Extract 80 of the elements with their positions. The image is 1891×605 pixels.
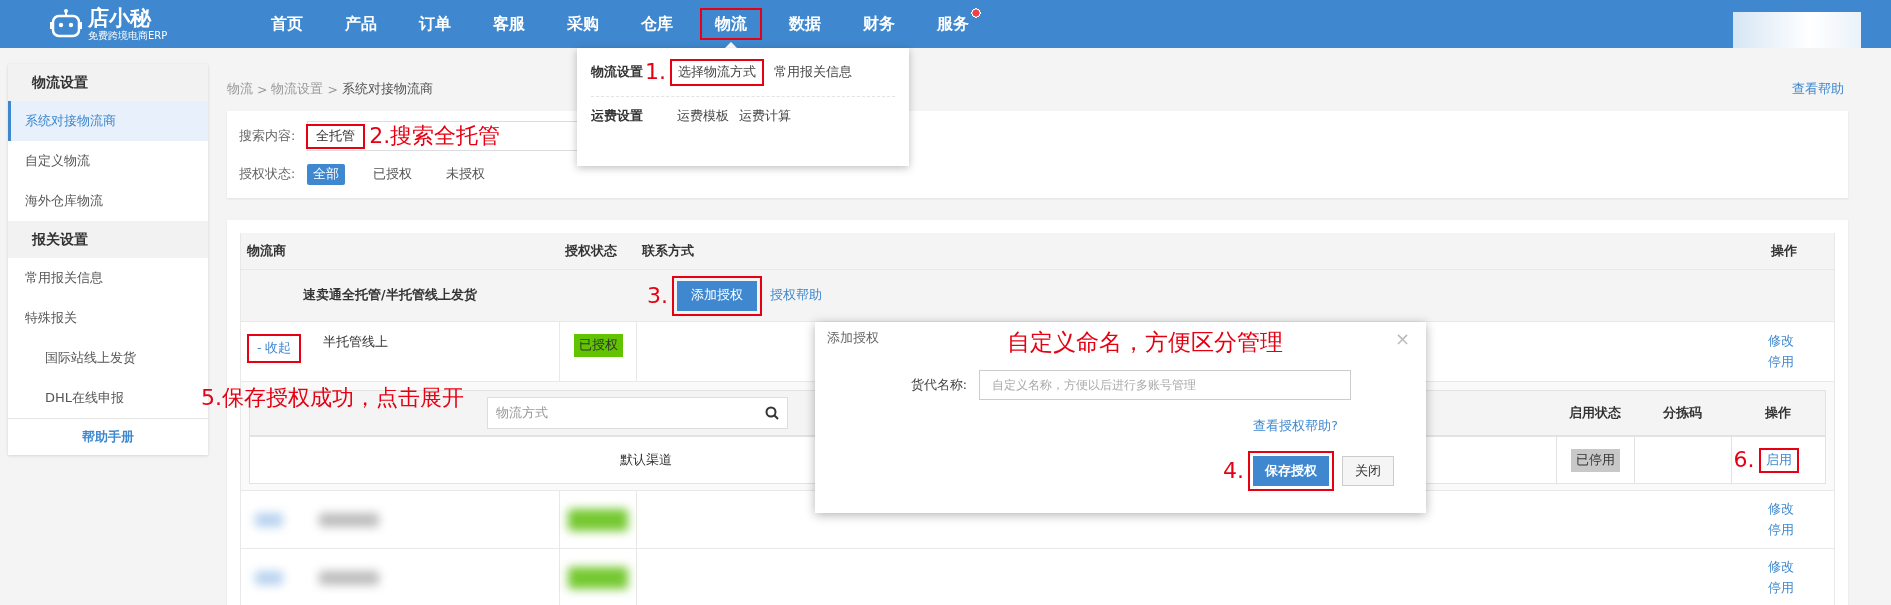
nav-item[interactable]: 财务 — [842, 0, 916, 48]
help-link[interactable]: 查看授权帮助? — [1253, 418, 1338, 435]
close-button[interactable]: 关闭 — [1342, 456, 1394, 486]
action-link[interactable]: 修改 — [1767, 500, 1794, 518]
breadcrumb-separator: > — [327, 81, 338, 97]
nav-item[interactable]: 首页 — [250, 0, 324, 48]
logo-tagline: 免费跨境电商ERP — [88, 30, 168, 42]
nav-item[interactable]: 数据 — [768, 0, 842, 48]
status-tag: 已停用 — [1571, 448, 1620, 472]
robot-icon — [50, 9, 82, 39]
nav-item[interactable]: 订单 — [398, 0, 472, 48]
action-link[interactable]: 停用 — [1767, 521, 1794, 539]
action-link[interactable]: 修改 — [1767, 332, 1794, 350]
blurred-text — [319, 570, 379, 585]
sidebar-item[interactable]: 系统对接物流商 — [8, 101, 208, 141]
help-link[interactable]: 授权帮助 — [770, 287, 822, 304]
field-label: 货代名称: — [909, 376, 967, 394]
nav-item[interactable]: 客服 — [472, 0, 546, 48]
column-header: 启用状态 — [1569, 404, 1621, 422]
filter-label: 授权状态: — [239, 165, 296, 183]
column-header: 授权状态 — [565, 242, 617, 260]
menu-item[interactable]: 运费计算 — [739, 108, 791, 125]
annotation-text: 自定义命名，方便区分管理 — [1007, 328, 1283, 357]
field-label: 搜索内容: — [239, 127, 296, 145]
save-button[interactable]: 保存授权 — [1253, 456, 1329, 486]
channel-search-field[interactable]: 物流方式 — [487, 397, 788, 429]
breadcrumb-item[interactable]: 物流设置 — [271, 80, 324, 98]
menu-item[interactable]: 选择物流方式 — [678, 63, 756, 81]
breadcrumb-item: 系统对接物流商 — [341, 80, 433, 98]
add-authorization-button[interactable]: 添加授权 — [677, 280, 757, 311]
annotation-text: 4. — [1223, 460, 1244, 482]
placeholder-text: 物流方式 — [496, 404, 548, 422]
sidebar-section-title: 报关设置 — [8, 221, 208, 258]
column-header: 操作 — [1770, 242, 1797, 260]
annotation-text: 2.搜索全托管 — [369, 125, 501, 147]
filter-option[interactable]: 已授权 — [367, 163, 419, 185]
enable-link[interactable]: 启用 — [1765, 451, 1792, 469]
sidebar-item[interactable]: 海外仓库物流 — [8, 181, 208, 221]
sidebar-item[interactable]: 特殊报关 — [8, 298, 208, 338]
field-value: 全托管 — [316, 127, 356, 145]
column-header: 物流商 — [247, 242, 286, 260]
search-icon[interactable] — [765, 406, 779, 420]
column-header: 分拣码 — [1663, 404, 1702, 422]
column-header: 联系方式 — [642, 242, 694, 260]
toggle-link[interactable]: - 收起 — [257, 340, 292, 357]
carrier-group-title: 速卖通全托管/半托管线上发货 — [303, 287, 477, 304]
nav-item[interactable]: 产品 — [324, 0, 398, 48]
account-name: 半托管线上 — [323, 334, 389, 351]
annotation-text: 1. — [645, 61, 666, 83]
status-tag: 已授权 — [573, 334, 623, 357]
blurred-tag — [568, 508, 628, 531]
channel-name: 默认渠道 — [620, 451, 672, 469]
placeholder-text: 自定义名称，方便以后进行多账号管理 — [992, 376, 1196, 394]
blurred-tag — [568, 566, 628, 589]
nav-item[interactable]: 采购 — [546, 0, 620, 48]
sidebar-item[interactable]: 国际站线上发货 — [8, 338, 208, 378]
action-link[interactable]: 停用 — [1767, 579, 1794, 597]
help-link[interactable]: 查看帮助 — [1792, 80, 1844, 98]
filter-option[interactable]: 未授权 — [440, 163, 492, 185]
breadcrumb-separator: > — [257, 81, 268, 97]
sidebar-section-title: 物流设置 — [8, 64, 208, 101]
name-input[interactable]: 自定义名称，方便以后进行多账号管理 — [979, 370, 1351, 400]
logo-name: 店小秘 — [88, 6, 153, 30]
breadcrumb-item[interactable]: 物流 — [227, 80, 253, 98]
annotation-text: 5.保存授权成功，点击展开 — [201, 387, 464, 409]
nav-item[interactable]: 物流 — [694, 0, 768, 48]
action-link[interactable]: 停用 — [1767, 353, 1794, 371]
menu-group-title: 物流设置 — [591, 63, 643, 81]
sidebar-item[interactable]: 常用报关信息 — [8, 258, 208, 298]
help-link[interactable]: 帮助手册 — [8, 418, 208, 455]
dialog-title: 添加授权 — [827, 330, 879, 347]
sidebar-item[interactable]: 自定义物流 — [8, 141, 208, 181]
nav-item[interactable]: 仓库 — [620, 0, 694, 48]
column-header: 操作 — [1765, 404, 1791, 422]
blurred-text — [319, 512, 379, 527]
menu-item[interactable]: 常用报关信息 — [774, 63, 852, 81]
annotation-text: 3. — [647, 284, 668, 307]
action-link[interactable]: 修改 — [1767, 558, 1794, 576]
annotation-text: 6. — [1733, 449, 1755, 471]
filter-option[interactable]: 全部 — [307, 163, 346, 185]
